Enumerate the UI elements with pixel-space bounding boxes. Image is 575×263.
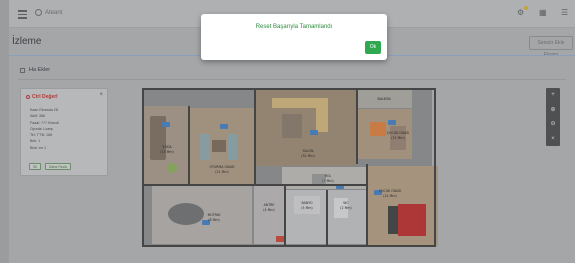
card-header: Ctrl Değerl xyxy=(26,94,58,100)
section-divider xyxy=(18,79,566,80)
screen: Ateant ⚙ ▦ ☰ İzleme Sensör Ekle Ekranı H… xyxy=(0,0,575,263)
notification-icon[interactable]: ⚙ xyxy=(517,6,528,17)
card-line: Blok: en 1 xyxy=(30,145,46,150)
room-area-5: (7 Mm) xyxy=(322,179,333,183)
ok-button[interactable]: Ok xyxy=(365,41,381,54)
grid-icon[interactable]: ▦ xyxy=(539,9,547,17)
card-actions: Sil Daha Fazla xyxy=(29,163,71,170)
room-label-10: WC xyxy=(343,201,349,205)
room-label-6: ÇOCUK ODASI xyxy=(379,189,402,193)
brand-icon xyxy=(35,9,42,16)
side-rail xyxy=(0,0,9,263)
room-area-9: (5 Mm) xyxy=(301,206,312,210)
zoom-in-icon[interactable]: ⊕ xyxy=(550,107,555,113)
map-controls: + ⊕ ⊖ × xyxy=(546,88,560,146)
delete-button[interactable]: Sil xyxy=(29,163,41,170)
room-area-6: (14 Mm) xyxy=(383,194,396,198)
close-icon[interactable]: × xyxy=(99,92,103,98)
device-info-card: Ctrl Değerl × Kaan Ekranda 2D Aktif: 366… xyxy=(20,88,108,176)
more-button[interactable]: Daha Fazla xyxy=(44,163,71,170)
filter-checkbox[interactable] xyxy=(20,67,25,73)
room-label-1: OTURMA ODASI xyxy=(210,165,235,169)
room-area-1: (21 Mm) xyxy=(215,170,228,174)
add-sensor-button[interactable]: Sensör Ekle Ekranı xyxy=(529,36,573,58)
card-details: Kaan Ekranda 2D Aktif: 366 Faaal: ??? Kı… xyxy=(30,107,59,151)
room-area-10: (2 Mm) xyxy=(340,206,351,210)
close-icon[interactable]: × xyxy=(551,136,555,142)
room-label-7: MUTFAK xyxy=(208,213,222,217)
room-antre xyxy=(254,186,284,244)
filter-label: Ha Ekler xyxy=(29,67,51,73)
room-label-5: HOL xyxy=(325,174,332,178)
zoom-in-icon[interactable]: + xyxy=(551,92,555,98)
room-area-0: (13 Mm) xyxy=(160,150,173,154)
room-area-4: (11 Mm) xyxy=(391,136,404,140)
room-label-4: ÇOCUK ODASI xyxy=(387,131,410,135)
filter-row[interactable]: Ha Ekler xyxy=(20,67,50,73)
menu-icon[interactable] xyxy=(18,10,27,19)
room-area-7: (8 Mm) xyxy=(208,218,219,222)
room-label-0: Y.ODA xyxy=(162,145,172,149)
brand-label: Ateant xyxy=(45,9,63,16)
top-icons: ⚙ ▦ ☰ xyxy=(517,6,569,17)
card-line: Faaal: ??? Kılavdi xyxy=(30,120,59,125)
room-label-3: BALKON xyxy=(378,97,392,101)
settings-icon[interactable]: ☰ xyxy=(561,9,569,17)
notification-badge xyxy=(524,6,528,10)
dialog-message: Reset Başarıyla Tamamlandı xyxy=(255,24,333,30)
success-dialog: Reset Başarıyla Tamamlandı Ok xyxy=(201,14,387,60)
brand[interactable]: Ateant xyxy=(35,9,62,16)
floor-plan[interactable]: Y.ODA OTURMA ODASI SALON BALKON ÇOCUK OD… xyxy=(132,86,441,248)
room-label-2: SALON xyxy=(303,149,314,153)
room-label-8: ANTRE xyxy=(264,203,275,207)
zoom-out-icon[interactable]: ⊖ xyxy=(550,121,555,127)
room-area-2: (32 Mm) xyxy=(301,154,314,158)
room-label-9: BANYO xyxy=(301,201,313,205)
page-title: İzleme xyxy=(12,36,42,47)
card-title: Ctrl Değerl xyxy=(32,94,58,100)
room-area-8: (4 Mm) xyxy=(263,208,274,212)
alert-icon xyxy=(26,95,30,99)
